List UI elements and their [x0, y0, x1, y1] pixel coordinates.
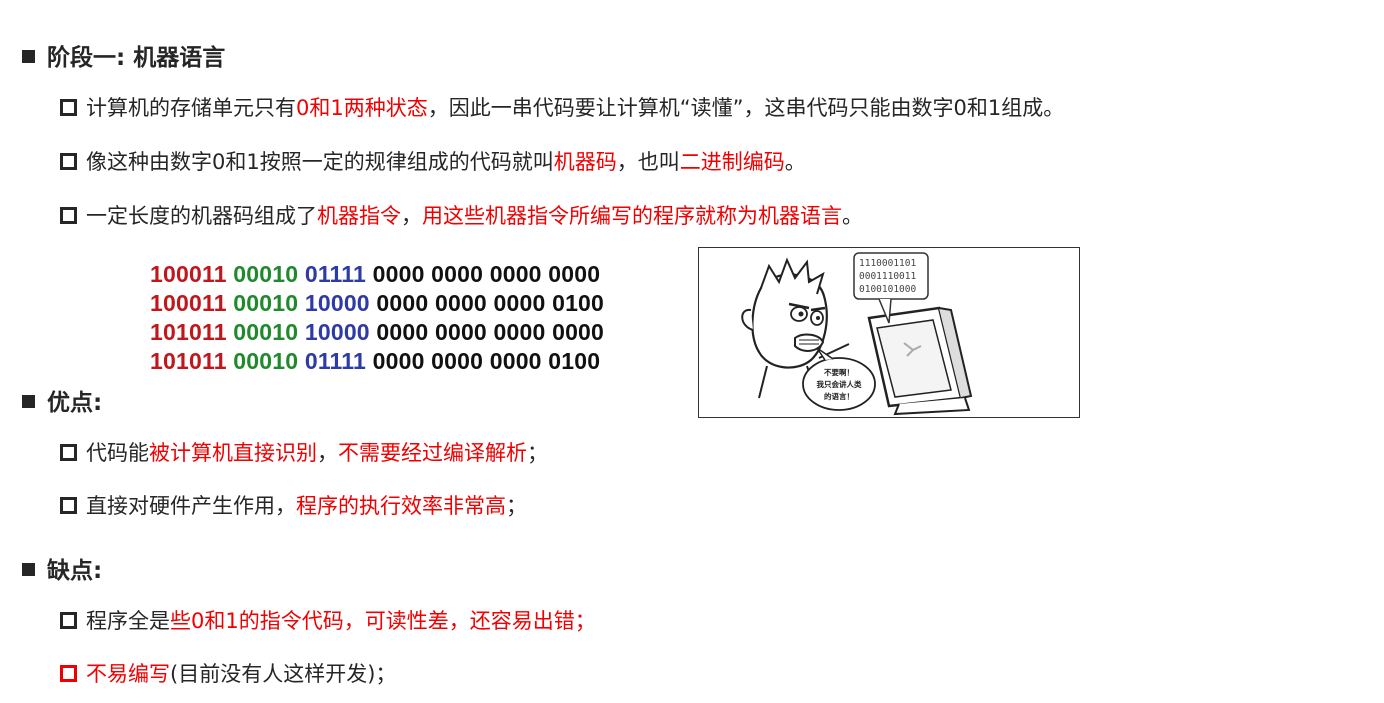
- bubble-line: 不要啊！: [824, 367, 854, 377]
- highlight-text: 被计算机直接识别: [149, 441, 317, 465]
- plain-text: ；: [527, 441, 548, 465]
- binary-line: 100011 00010 01111 0000 0000 0000 0000: [150, 260, 604, 289]
- pros-item: 代码能被计算机直接识别，不需要经过编译解析；: [60, 437, 548, 467]
- opcode: 101011: [150, 319, 227, 345]
- stage-heading: 阶段一: 机器语言: [22, 38, 225, 72]
- highlight-text: 程序的执行效率非常高: [296, 494, 506, 518]
- cons-text: 程序全是些0和1的指令代码，可读性差，还容易出错；: [86, 609, 596, 633]
- cartoon-illustration: 1110001101 0001110011 0100101000 不要啊！ 我只…: [698, 247, 1080, 418]
- hollow-square-bullet-icon: [60, 153, 77, 170]
- plain-text: 像这种由数字0和1按照一定的规律组成的代码就叫: [86, 150, 554, 174]
- square-bullet-icon: [22, 50, 35, 63]
- hollow-square-bullet-icon: [60, 444, 77, 461]
- cons-heading: 缺点:: [22, 551, 102, 585]
- plain-text: 代码能: [86, 441, 149, 465]
- register-b: 01111: [304, 261, 366, 287]
- hollow-square-bullet-icon: [60, 207, 77, 224]
- pros-heading: 优点:: [22, 383, 102, 417]
- register-a: 00010: [233, 261, 299, 287]
- stage-heading-text: 阶段一: 机器语言: [47, 45, 226, 71]
- hollow-square-bullet-icon: [60, 497, 77, 514]
- highlight-text: 机器指令: [317, 204, 401, 228]
- bubble-line: 的语言！: [824, 391, 854, 401]
- highlight-text: 不需要经过编译解析: [338, 441, 527, 465]
- intro-item: 一定长度的机器码组成了机器指令，用这些机器指令所编写的程序就称为机器语言。: [60, 200, 863, 230]
- highlight-text: 二进制编码: [679, 150, 785, 174]
- square-bullet-icon: [22, 395, 35, 408]
- immediate: 0000 0000 0000 0000: [372, 261, 601, 287]
- plain-text: 一定长度的机器码组成了: [86, 204, 317, 228]
- plain-text: (目前没有人这样开发)；: [170, 662, 397, 686]
- intro-text: 计算机的存储单元只有0和1两种状态，因此一串代码要让计算机“读懂”，这串代码只能…: [86, 96, 1064, 120]
- opcode: 101011: [150, 348, 227, 374]
- pros-text: 代码能被计算机直接识别，不需要经过编译解析；: [86, 441, 548, 465]
- register-b: 01111: [304, 348, 366, 374]
- cartoon-drawing: 1110001101 0001110011 0100101000 不要啊！ 我只…: [741, 252, 973, 416]
- screen-line: 0100101000: [859, 284, 916, 295]
- highlight-text: 用这些机器指令所编写的程序就称为机器语言: [422, 204, 842, 228]
- immediate: 0000 0000 0000 0100: [376, 290, 605, 316]
- register-b: 10000: [304, 290, 370, 316]
- highlight-text: 0和1两种状态: [296, 96, 428, 120]
- highlight-text: 机器码: [553, 150, 617, 174]
- hollow-square-bullet-icon: [60, 99, 77, 116]
- plain-text: ，因此一串代码要让计算机“读懂”，这串代码只能由数字0和1组成。: [427, 96, 1065, 120]
- plain-text: ，也叫: [616, 150, 680, 174]
- binary-line: 100011 00010 10000 0000 0000 0000 0100: [150, 289, 604, 318]
- register-b: 10000: [304, 319, 370, 345]
- opcode: 100011: [150, 261, 227, 287]
- plain-text: 。: [784, 150, 806, 174]
- intro-text: 像这种由数字0和1按照一定的规律组成的代码就叫机器码，也叫二进制编码。: [86, 150, 806, 174]
- cons-text: 不易编写(目前没有人这样开发)；: [86, 662, 396, 686]
- intro-item: 计算机的存储单元只有0和1两种状态，因此一串代码要让计算机“读懂”，这串代码只能…: [60, 92, 1064, 122]
- plain-text: ，: [401, 204, 422, 228]
- pros-text: 直接对硬件产生作用，程序的执行效率非常高；: [86, 494, 527, 518]
- hollow-square-bullet-icon: [60, 612, 77, 629]
- intro-item: 像这种由数字0和1按照一定的规律组成的代码就叫机器码，也叫二进制编码。: [60, 146, 806, 176]
- highlight-text: 些0和1的指令代码，可读性差，还容易出错；: [170, 609, 596, 633]
- pros-item: 直接对硬件产生作用，程序的执行效率非常高；: [60, 490, 527, 520]
- binary-code-block: 100011 00010 01111 0000 0000 0000 0000 1…: [150, 260, 604, 376]
- screen-line: 1110001101: [859, 258, 916, 269]
- pros-heading-text: 优点:: [47, 390, 103, 416]
- register-a: 00010: [233, 290, 299, 316]
- cons-item: 不易编写(目前没有人这样开发)；: [60, 658, 396, 688]
- plain-text: ；: [506, 494, 527, 518]
- opcode: 100011: [150, 290, 227, 316]
- screen-line: 0001110011: [859, 271, 916, 282]
- plain-text: 。: [842, 204, 863, 228]
- square-bullet-icon: [22, 563, 35, 576]
- plain-text: 程序全是: [86, 609, 170, 633]
- cons-heading-text: 缺点:: [47, 558, 103, 584]
- plain-text: 直接对硬件产生作用，: [86, 494, 296, 518]
- binary-line: 101011 00010 01111 0000 0000 0000 0100: [150, 347, 604, 376]
- register-a: 00010: [233, 348, 299, 374]
- register-a: 00010: [233, 319, 299, 345]
- hollow-square-bullet-icon: [60, 665, 77, 682]
- cons-item: 程序全是些0和1的指令代码，可读性差，还容易出错；: [60, 605, 596, 635]
- bubble-line: 我只会讲人类: [817, 379, 862, 389]
- binary-line: 101011 00010 10000 0000 0000 0000 0000: [150, 318, 604, 347]
- immediate: 0000 0000 0000 0100: [372, 348, 601, 374]
- intro-text: 一定长度的机器码组成了机器指令，用这些机器指令所编写的程序就称为机器语言。: [86, 204, 863, 228]
- immediate: 0000 0000 0000 0000: [376, 319, 605, 345]
- highlight-text: 不易编写: [86, 662, 170, 686]
- plain-text: 计算机的存储单元只有: [86, 96, 296, 120]
- plain-text: ，: [317, 441, 338, 465]
